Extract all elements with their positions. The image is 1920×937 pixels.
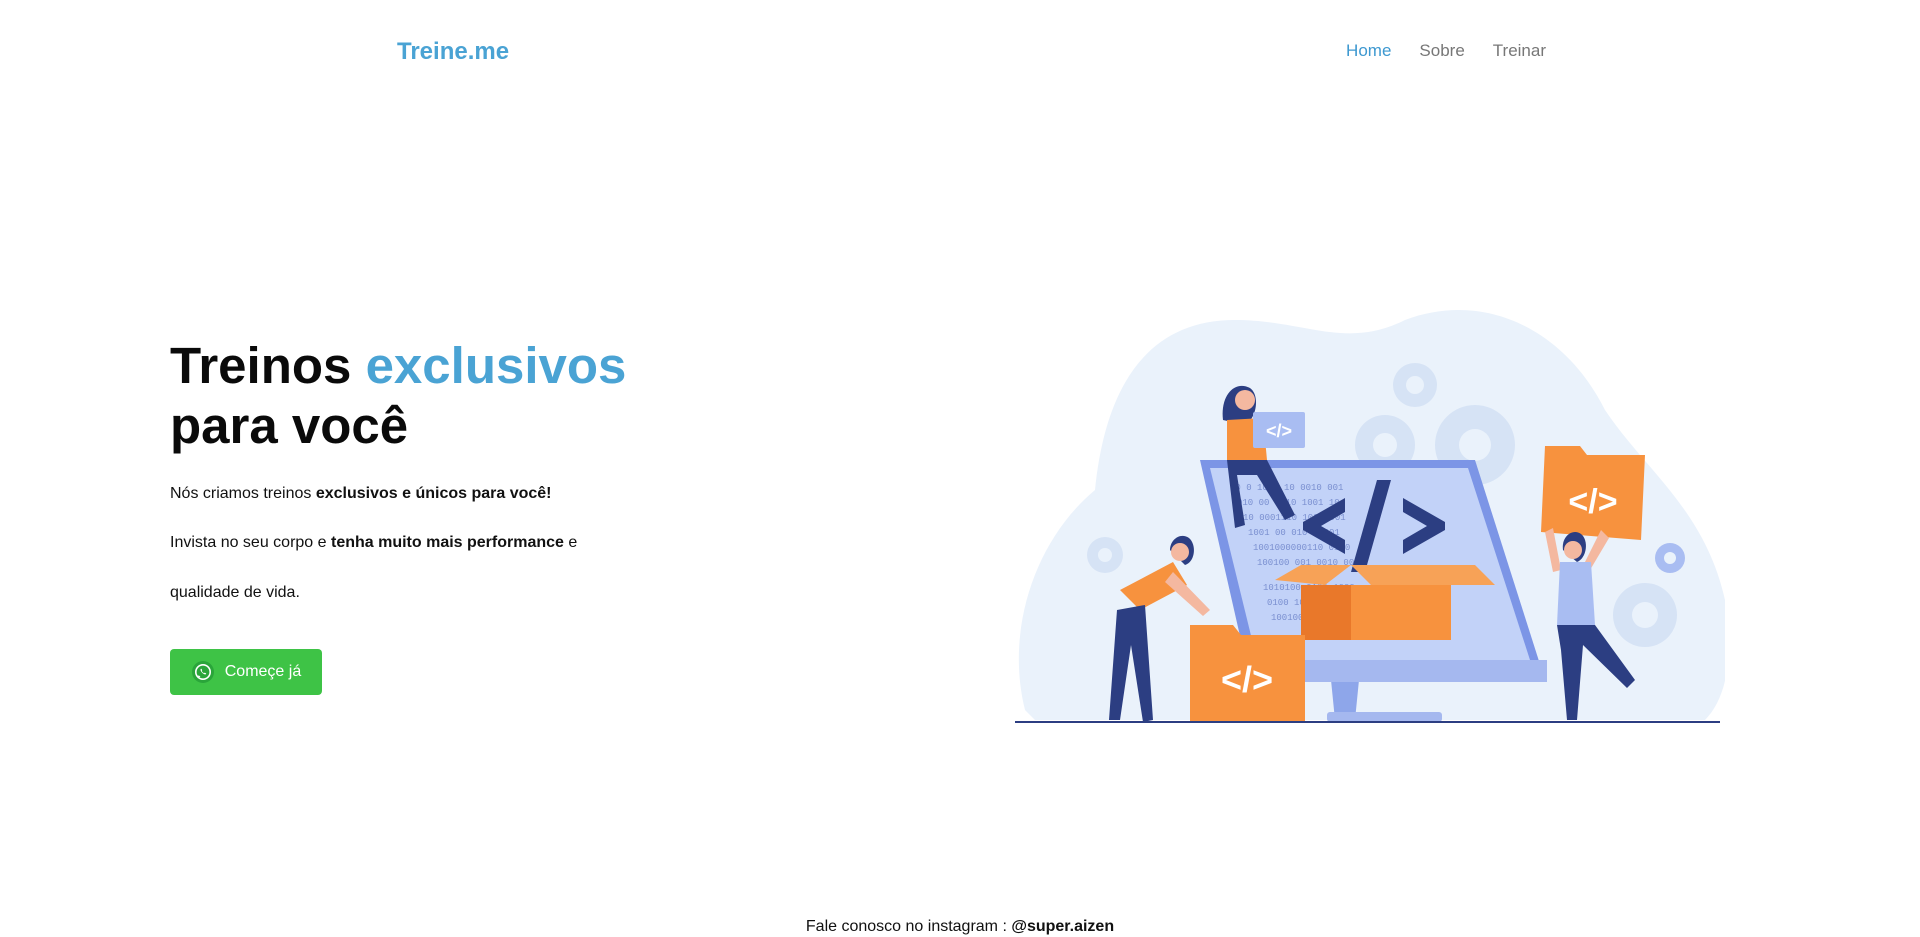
svg-text:</>: </> <box>1568 483 1617 521</box>
hero-line-1: Nós criamos treinos exclusivos e únicos … <box>170 484 552 504</box>
footer-text: Fale conosco no instagram : <box>805 918 1012 935</box>
nav-link-sobre[interactable]: Sobre <box>1419 41 1464 61</box>
hero-section: Treinos exclusivos para você Nós criamos… <box>170 336 730 601</box>
hero-title-accent: exclusivos <box>365 337 627 394</box>
hero-line-2-text: Invista no seu corpo e <box>170 534 331 551</box>
start-now-button[interactable]: Começe já <box>170 649 322 695</box>
top-navbar: Treine.me Home Sobre Treinar <box>0 0 1920 104</box>
hero-line-1-bold: exclusivos e únicos para você! <box>315 485 552 502</box>
svg-text:</>: </> <box>1221 659 1273 700</box>
nav-link-home[interactable]: Home <box>1346 41 1391 61</box>
hero-title-part2: para você <box>170 397 409 454</box>
whatsapp-icon <box>191 660 215 684</box>
svg-text:10 0 1001 10 0010 001: 10 0 1001 10 0010 001 <box>1230 483 1343 493</box>
hero-title-part1: Treinos <box>170 337 366 394</box>
hero-line-1-text: Nós criamos treinos <box>170 485 316 502</box>
svg-text:</>: </> <box>1266 421 1292 441</box>
footer: Fale conosco no instagram : @super.aizen <box>0 918 1920 936</box>
nav-menu: Home Sobre Treinar <box>1318 41 1546 61</box>
nav-link-treinar[interactable]: Treinar <box>1493 41 1546 61</box>
hero-line-3: qualidade de vida. <box>170 584 300 601</box>
start-now-label: Começe já <box>224 663 302 680</box>
hero-title: Treinos exclusivos para você <box>170 336 730 456</box>
hero-line-2-end: e <box>563 534 578 551</box>
developer-illustration: 10 0 1001 10 0010 001 010 00 0110 1001 1… <box>1005 300 1729 730</box>
hero-line-2: Invista no seu corpo e tenha muito mais … <box>170 533 577 553</box>
brand-logo[interactable]: Treine.me <box>397 38 509 66</box>
hero-line-2-bold: tenha muito mais performance <box>330 534 564 551</box>
instagram-handle[interactable]: @super.aizen <box>1011 918 1114 935</box>
